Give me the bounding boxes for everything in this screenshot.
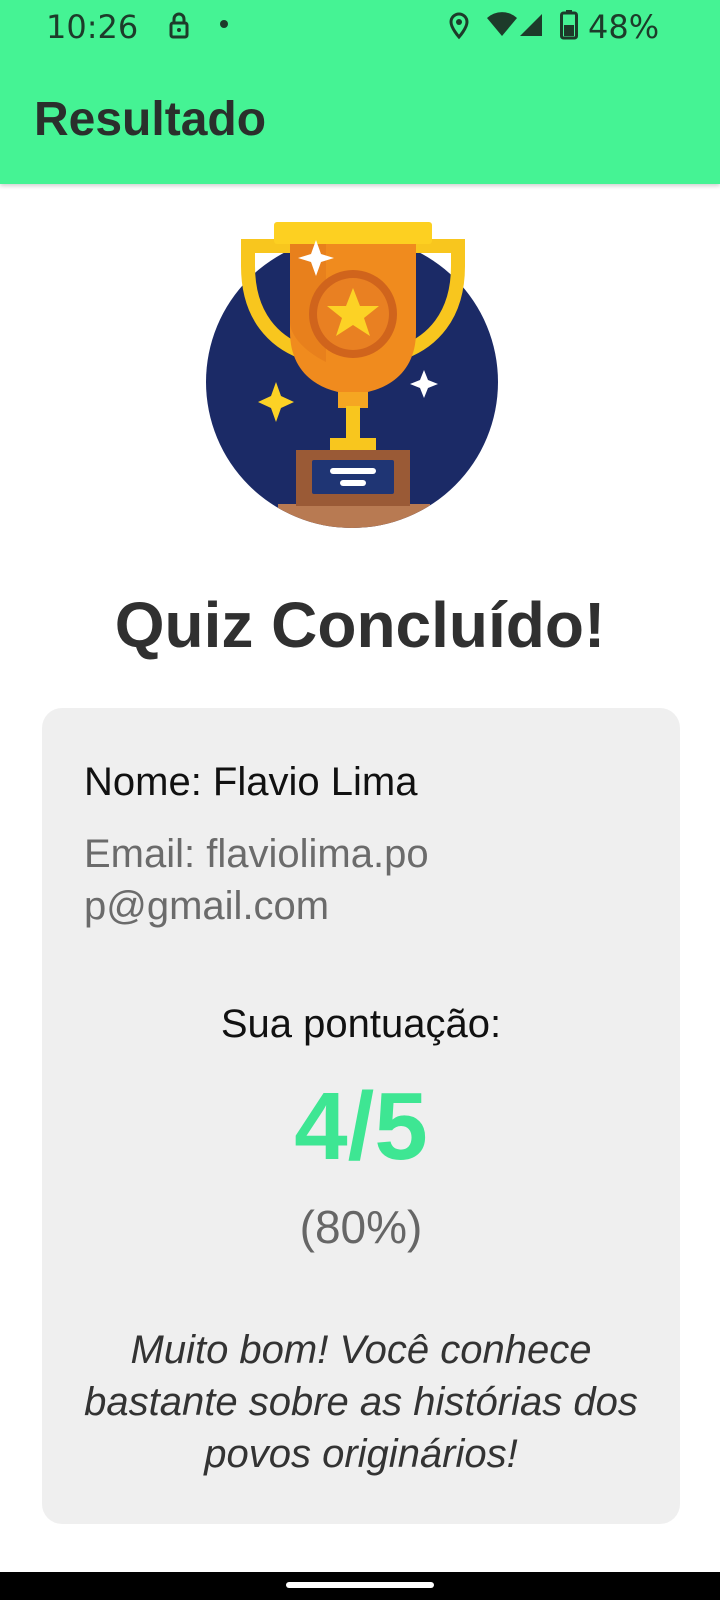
- trophy-icon: [206, 222, 498, 528]
- signal-icon: [520, 14, 542, 36]
- app-bar: 10:26 48% Resultado: [0, 0, 720, 184]
- location-icon: [449, 12, 469, 40]
- quiz-complete-heading: Quiz Concluído!: [114, 589, 606, 661]
- home-gesture-handle[interactable]: [286, 1582, 434, 1588]
- battery-percent: 48%: [588, 8, 660, 46]
- result-message: Muito bom! Você conhece bastante sobre a…: [84, 1328, 638, 1476]
- result-card: Nome: Flavio Lima Email: flaviolima.pop@…: [42, 708, 680, 1524]
- wifi-icon: [487, 12, 517, 37]
- score-percent: (80%): [299, 1201, 423, 1253]
- score-value: 4/5: [294, 1073, 428, 1180]
- user-name: Nome: Flavio Lima: [84, 760, 418, 804]
- status-bar: 10:26 48%: [0, 0, 720, 56]
- page-title: Resultado: [34, 93, 267, 146]
- battery-icon: [560, 10, 578, 40]
- notification-dot-icon: [220, 20, 228, 28]
- score-label: Sua pontuação:: [220, 1002, 502, 1046]
- user-email: Email: flaviolima.pop@gmail.com: [84, 832, 429, 928]
- navigation-bar: [0, 1572, 720, 1600]
- status-time: 10:26: [46, 8, 139, 46]
- lock-icon: [169, 12, 189, 39]
